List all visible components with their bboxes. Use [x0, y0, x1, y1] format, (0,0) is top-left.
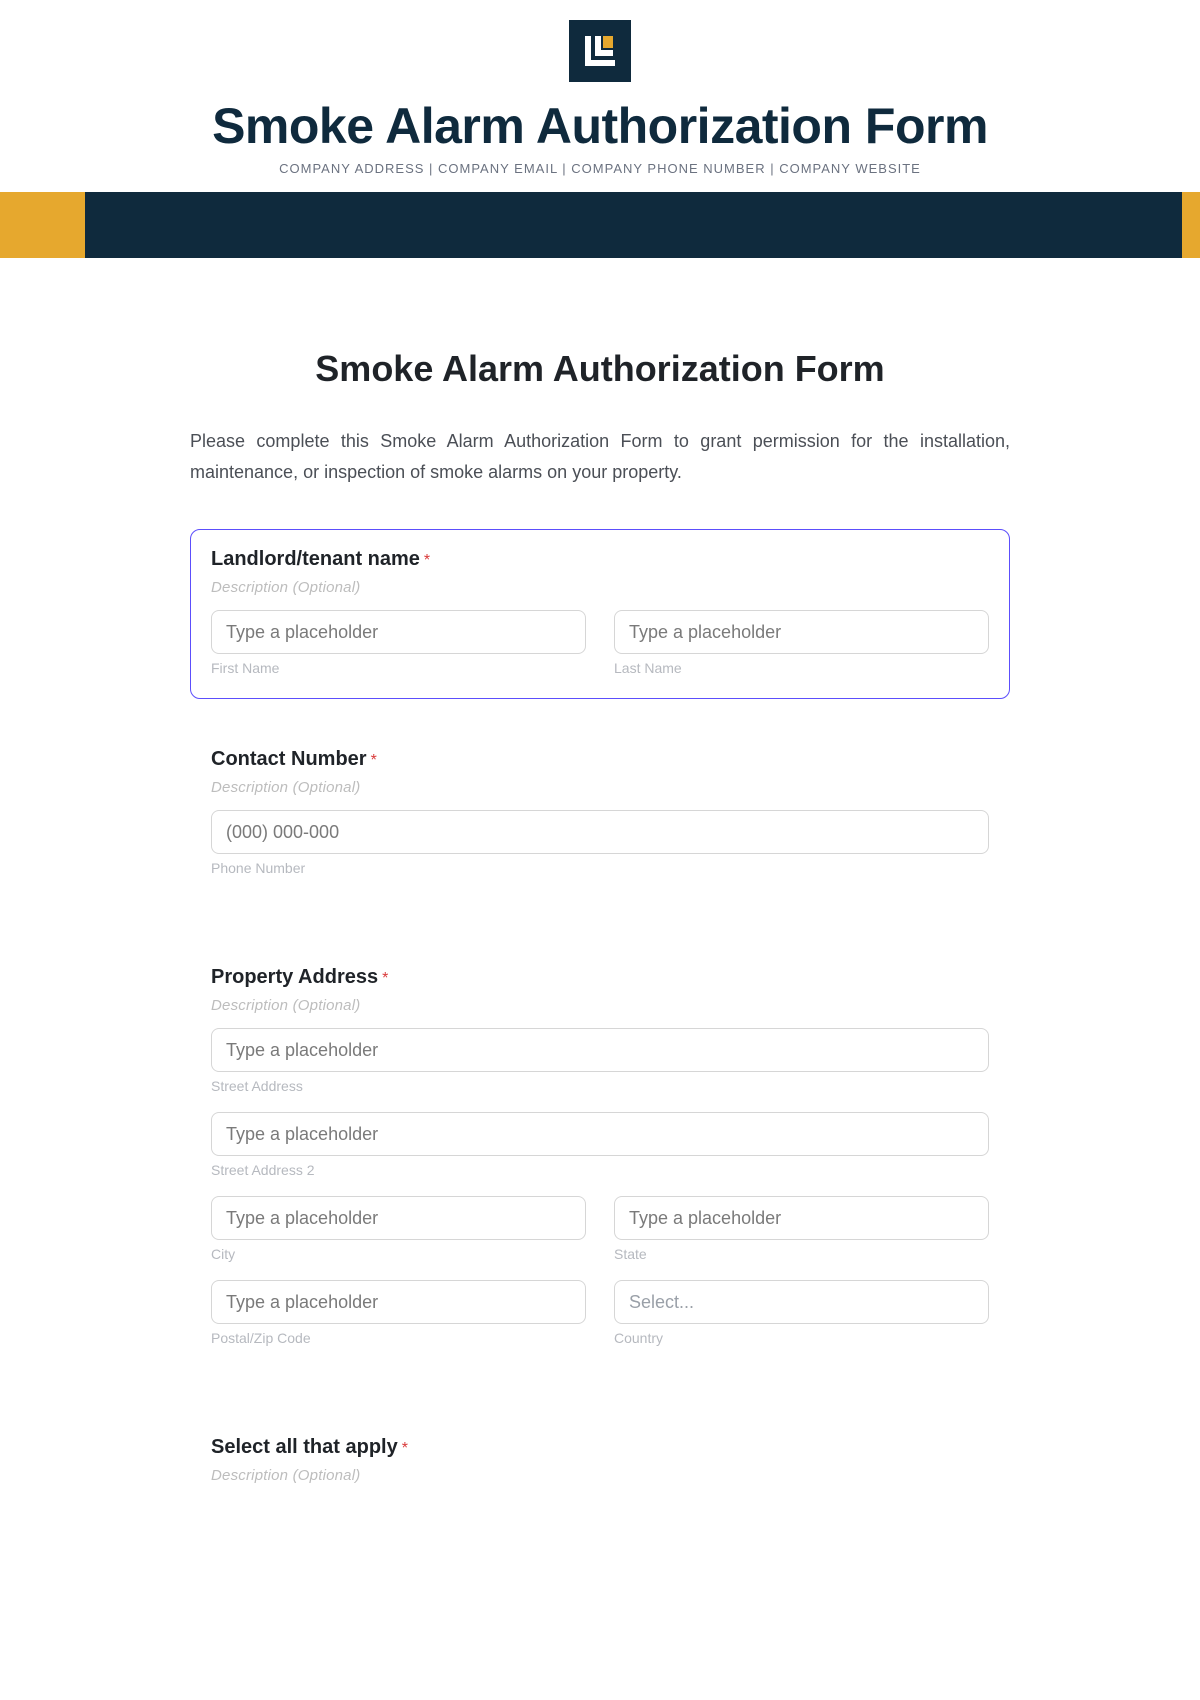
phone-sublabel: Phone Number: [211, 860, 989, 876]
first-name-sublabel: First Name: [211, 660, 586, 676]
header-title: Smoke Alarm Authorization Form: [0, 97, 1200, 155]
street-input[interactable]: [211, 1028, 989, 1072]
first-name-input[interactable]: [211, 610, 586, 654]
required-mark: *: [371, 752, 377, 769]
address-desc[interactable]: Description (Optional): [211, 997, 989, 1014]
header-subtitle: COMPANY ADDRESS | COMPANY EMAIL | COMPAN…: [0, 161, 1200, 176]
required-mark: *: [382, 970, 388, 987]
address-label: Property Address: [211, 966, 378, 988]
page-header: Smoke Alarm Authorization Form COMPANY A…: [0, 0, 1200, 176]
contact-label: Contact Number: [211, 748, 367, 770]
form-title: Smoke Alarm Authorization Form: [190, 348, 1010, 390]
section-contact: Contact Number* Description (Optional) P…: [190, 729, 1010, 917]
color-banner: [0, 192, 1200, 258]
contact-desc[interactable]: Description (Optional): [211, 779, 989, 796]
street2-sublabel: Street Address 2: [211, 1162, 989, 1178]
section-select-apply: Select all that apply* Description (Opti…: [190, 1417, 1010, 1521]
city-input[interactable]: [211, 1196, 586, 1240]
country-select-placeholder: Select...: [629, 1292, 694, 1313]
country-sublabel: Country: [614, 1330, 989, 1346]
form-intro: Please complete this Smoke Alarm Authori…: [190, 426, 1010, 487]
postal-sublabel: Postal/Zip Code: [211, 1330, 586, 1346]
select-apply-label: Select all that apply: [211, 1436, 398, 1458]
last-name-input[interactable]: [614, 610, 989, 654]
section-address: Property Address* Description (Optional)…: [190, 947, 1010, 1387]
logo-icon: [569, 20, 631, 82]
select-apply-desc[interactable]: Description (Optional): [211, 1467, 989, 1484]
name-desc[interactable]: Description (Optional): [211, 579, 989, 596]
street-sublabel: Street Address: [211, 1078, 989, 1094]
required-mark: *: [402, 1440, 408, 1457]
section-name: Landlord/tenant name* Description (Optio…: [190, 529, 1010, 699]
country-select[interactable]: Select...: [614, 1280, 989, 1324]
name-label: Landlord/tenant name: [211, 548, 420, 570]
street2-input[interactable]: [211, 1112, 989, 1156]
state-sublabel: State: [614, 1246, 989, 1262]
postal-input[interactable]: [211, 1280, 586, 1324]
city-sublabel: City: [211, 1246, 586, 1262]
state-input[interactable]: [614, 1196, 989, 1240]
last-name-sublabel: Last Name: [614, 660, 989, 676]
required-mark: *: [424, 552, 430, 569]
form-content: Smoke Alarm Authorization Form Please co…: [190, 258, 1010, 1521]
phone-input[interactable]: [211, 810, 989, 854]
